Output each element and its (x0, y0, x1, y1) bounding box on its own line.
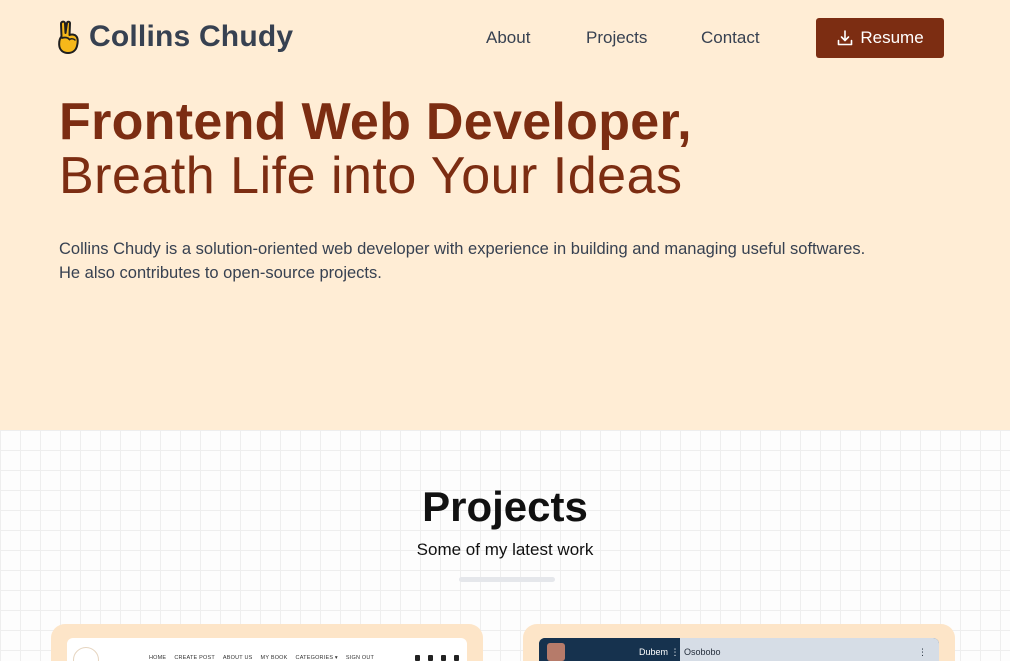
projects-title: Projects (422, 483, 588, 530)
preview-nav-item: HOME (149, 655, 167, 661)
hero-bio: Collins Chudy is a solution-oriented web… (59, 237, 939, 285)
project-preview-image[interactable]: HOME CREATE POST ABOUT US MY BOOK CATEGO… (67, 638, 467, 661)
site-logo[interactable]: Collins Chudy (57, 20, 293, 54)
preview-nav-item: MY BOOK (260, 655, 288, 661)
resume-label: Resume (860, 28, 924, 47)
project-preview-image[interactable]: Dubem ⋮ Osobobo ⋮ (539, 638, 939, 661)
projects-subtitle: Some of my latest work (416, 540, 594, 559)
nav-link-about[interactable]: About (486, 28, 530, 48)
preview-nav-item: CREATE POST (174, 655, 215, 661)
hero-headline: Frontend Web Developer, (59, 93, 692, 151)
hero-section: Collins Chudy About Projects Contact Res… (0, 0, 1010, 430)
preview-social-icons (415, 655, 459, 661)
project-card[interactable]: HOME CREATE POST ABOUT US MY BOOK CATEGO… (51, 624, 483, 661)
facebook-icon (415, 655, 420, 661)
instagram-icon (428, 655, 433, 661)
download-icon (838, 30, 853, 46)
preview-nav-item: ABOUT US (222, 655, 253, 661)
nav-link-projects[interactable]: Projects (586, 28, 647, 48)
bio-line-1: Collins Chudy is a solution-oriented web… (59, 240, 866, 258)
bio-line-2: He also contributes to open-source proje… (59, 264, 382, 282)
email-icon (441, 655, 446, 661)
victory-hand-icon (58, 20, 79, 54)
resume-download-button[interactable]: Resume (816, 18, 944, 58)
preview-nav-item: SIGN OUT (345, 655, 375, 661)
projects-section: Projects Some of my latest work HOME CRE… (0, 430, 1010, 661)
top-navigation: Collins Chudy About Projects Contact Res… (0, 0, 1010, 76)
preview-contact-name: Osobobo (684, 647, 721, 657)
kebab-menu-icon: ⋮ (918, 647, 927, 657)
preview-nav: HOME CREATE POST ABOUT US MY BOOK CATEGO… (149, 655, 374, 661)
preview-nav-item: CATEGORIES ▾ (295, 655, 338, 661)
hero-subheadline: Breath Life into Your Ideas (59, 147, 683, 205)
preview-logo (73, 647, 99, 661)
logo-text: Collins Chudy (89, 20, 294, 53)
linkedin-icon (454, 655, 459, 661)
section-divider (459, 577, 555, 582)
preview-sidebar: Dubem ⋮ (539, 638, 680, 661)
preview-user-name: Dubem ⋮ (639, 647, 680, 657)
preview-chat-header: Osobobo ⋮ (680, 638, 939, 661)
project-card[interactable]: Dubem ⋮ Osobobo ⋮ (523, 624, 955, 661)
nav-link-contact[interactable]: Contact (701, 28, 760, 48)
avatar (547, 643, 565, 661)
